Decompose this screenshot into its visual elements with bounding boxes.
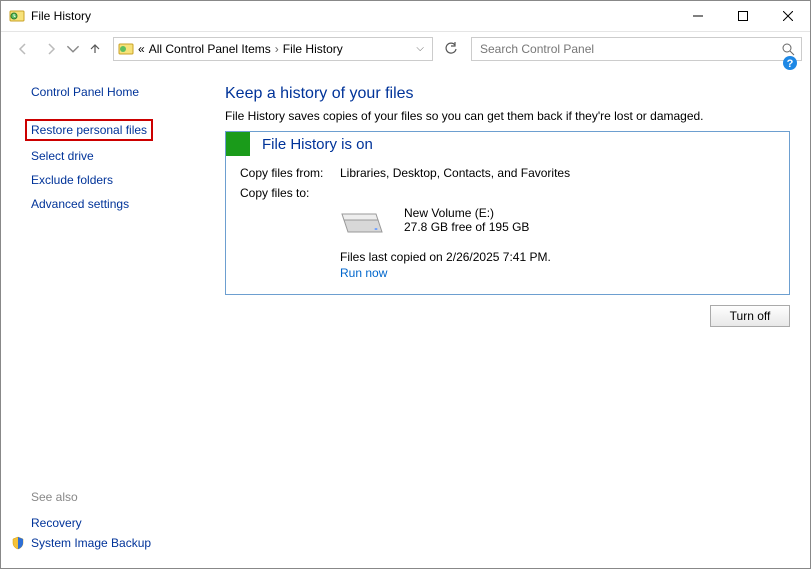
sidebar-exclude-folders[interactable]: Exclude folders bbox=[31, 173, 211, 187]
turn-off-row: Turn off bbox=[225, 305, 790, 327]
drive-row: New Volume (E:) 27.8 GB free of 195 GB bbox=[240, 206, 775, 240]
help-icon[interactable]: ? bbox=[782, 55, 798, 71]
search-input[interactable] bbox=[478, 41, 781, 57]
minimize-button[interactable] bbox=[675, 1, 720, 31]
page-title: Keep a history of your files bbox=[225, 85, 790, 103]
drive-free-space: 27.8 GB free of 195 GB bbox=[404, 220, 529, 234]
refresh-button[interactable] bbox=[439, 37, 463, 61]
status-body: Copy files from: Libraries, Desktop, Con… bbox=[226, 156, 789, 294]
drive-name: New Volume (E:) bbox=[404, 206, 529, 220]
file-history-window: File History « All Control Panel Items bbox=[0, 0, 811, 569]
copy-from-row: Copy files from: Libraries, Desktop, Con… bbox=[240, 166, 775, 180]
breadcrumb[interactable]: « All Control Panel Items › File History… bbox=[113, 37, 433, 61]
content-area: Control Panel Home Restore personal file… bbox=[1, 65, 810, 568]
copy-from-label: Copy files from: bbox=[240, 166, 340, 180]
control-panel-icon bbox=[118, 41, 134, 57]
see-also-section: See also Recovery System Image Backup bbox=[31, 490, 211, 556]
copy-to-row: Copy files to: bbox=[240, 186, 775, 200]
system-image-backup-link[interactable]: System Image Backup bbox=[31, 536, 151, 550]
chevron-right-icon: › bbox=[275, 42, 279, 56]
status-indicator bbox=[226, 132, 250, 156]
sidebar-select-drive[interactable]: Select drive bbox=[31, 149, 211, 163]
shield-icon bbox=[11, 536, 25, 550]
titlebar: File History bbox=[1, 1, 810, 31]
recent-dropdown[interactable] bbox=[65, 35, 81, 63]
breadcrumb-item[interactable]: File History bbox=[283, 42, 343, 56]
see-also-recovery[interactable]: Recovery bbox=[31, 516, 211, 530]
window-controls bbox=[675, 1, 810, 31]
status-text: File History is on bbox=[250, 136, 373, 153]
svg-text:?: ? bbox=[787, 58, 794, 70]
turn-off-button[interactable]: Turn off bbox=[710, 305, 790, 327]
sidebar-advanced-settings[interactable]: Advanced settings bbox=[31, 197, 211, 211]
page-description: File History saves copies of your files … bbox=[225, 109, 790, 123]
nav-bar: « All Control Panel Items › File History… bbox=[1, 31, 810, 65]
see-also-label: See also bbox=[31, 490, 211, 504]
search-icon[interactable] bbox=[781, 42, 795, 56]
maximize-button[interactable] bbox=[720, 1, 765, 31]
copy-to-label: Copy files to: bbox=[240, 186, 340, 200]
status-header: File History is on bbox=[226, 132, 789, 156]
file-history-icon bbox=[9, 8, 25, 24]
see-also-system-image-backup[interactable]: System Image Backup bbox=[11, 536, 211, 550]
chevron-down-icon[interactable]: ⌵ bbox=[416, 43, 428, 54]
copy-from-value: Libraries, Desktop, Contacts, and Favori… bbox=[340, 166, 570, 180]
drive-info: New Volume (E:) 27.8 GB free of 195 GB bbox=[404, 206, 529, 234]
breadcrumb-item[interactable]: All Control Panel Items bbox=[149, 42, 271, 56]
main-panel: ? Keep a history of your files File Hist… bbox=[211, 65, 810, 568]
up-button[interactable] bbox=[81, 35, 109, 63]
drive-icon bbox=[340, 210, 384, 240]
status-box: File History is on Copy files from: Libr… bbox=[225, 131, 790, 295]
run-now-link[interactable]: Run now bbox=[340, 266, 775, 280]
breadcrumb-prefix: « bbox=[138, 42, 145, 56]
window-title: File History bbox=[31, 9, 675, 23]
search-box[interactable] bbox=[471, 37, 802, 61]
recovery-link[interactable]: Recovery bbox=[31, 516, 82, 530]
last-copied-text: Files last copied on 2/26/2025 7:41 PM. bbox=[340, 250, 775, 264]
sidebar: Control Panel Home Restore personal file… bbox=[1, 65, 211, 568]
sidebar-restore-personal-files[interactable]: Restore personal files bbox=[25, 119, 153, 141]
control-panel-home-link[interactable]: Control Panel Home bbox=[31, 85, 211, 99]
back-button[interactable] bbox=[9, 35, 37, 63]
forward-button[interactable] bbox=[37, 35, 65, 63]
close-button[interactable] bbox=[765, 1, 810, 31]
